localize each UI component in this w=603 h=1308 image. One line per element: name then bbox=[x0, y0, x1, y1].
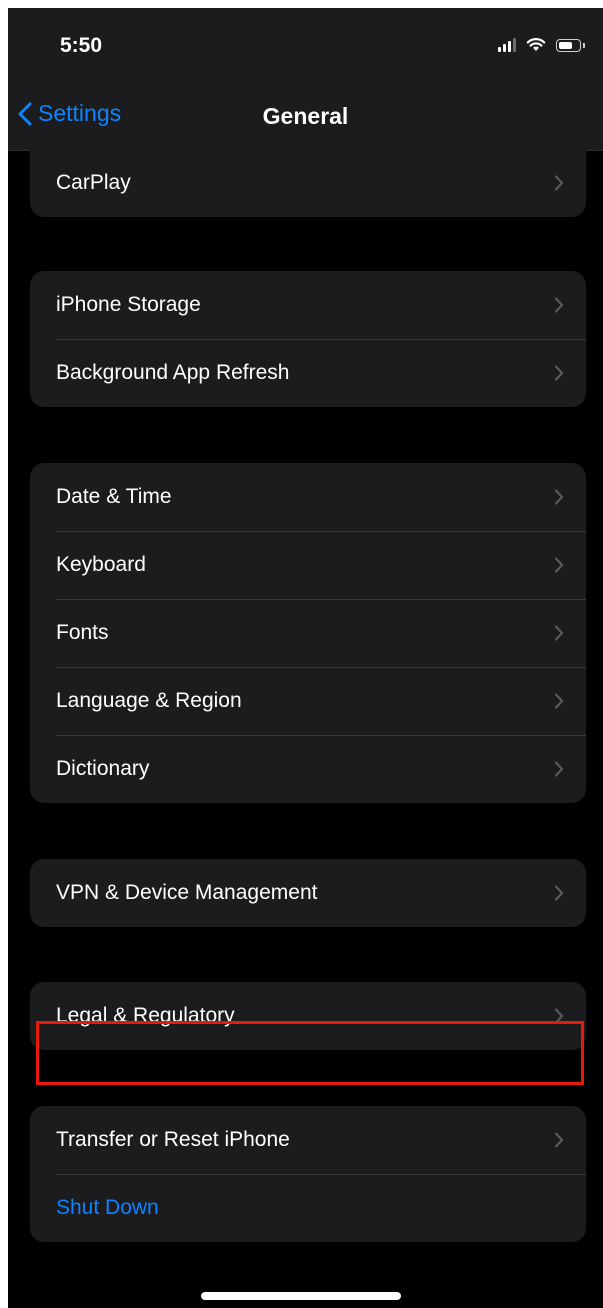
chevron-right-icon bbox=[554, 693, 564, 709]
row-label: Shut Down bbox=[56, 1196, 159, 1219]
chevron-right-icon bbox=[554, 175, 564, 191]
status-time: 5:50 bbox=[60, 34, 103, 57]
settings-group-reset: Transfer or Reset iPhone Shut Down bbox=[30, 1106, 586, 1242]
row-label: Fonts bbox=[56, 621, 109, 644]
row-label: CarPlay bbox=[56, 171, 131, 194]
settings-group-vpn: VPN & Device Management bbox=[30, 859, 586, 927]
cellular-signal-icon bbox=[498, 36, 516, 52]
row-label: Legal & Regulatory bbox=[56, 1004, 235, 1027]
chevron-right-icon bbox=[554, 297, 564, 313]
screen: 5:50 Settings General CarPlay iPhone Sto… bbox=[8, 8, 603, 1308]
chevron-right-icon bbox=[554, 1132, 564, 1148]
row-label: Keyboard bbox=[56, 553, 146, 576]
chevron-right-icon bbox=[554, 625, 564, 641]
row-iphone-storage[interactable]: iPhone Storage bbox=[30, 271, 586, 339]
row-legal-regulatory[interactable]: Legal & Regulatory bbox=[30, 982, 586, 1050]
row-background-app-refresh[interactable]: Background App Refresh bbox=[30, 339, 586, 407]
settings-group-carplay: CarPlay bbox=[30, 149, 586, 217]
chevron-right-icon bbox=[554, 885, 564, 901]
chevron-right-icon bbox=[554, 489, 564, 505]
shut-down-button[interactable]: Shut Down bbox=[30, 1174, 586, 1242]
row-keyboard[interactable]: Keyboard bbox=[30, 531, 586, 599]
navigation-bar: 5:50 Settings General bbox=[8, 8, 603, 151]
page-title: General bbox=[262, 103, 349, 129]
row-carplay[interactable]: CarPlay bbox=[30, 149, 586, 217]
chevron-right-icon bbox=[554, 557, 564, 573]
home-indicator[interactable] bbox=[201, 1292, 401, 1300]
settings-group-legal: Legal & Regulatory bbox=[30, 982, 586, 1050]
row-date-time[interactable]: Date & Time bbox=[30, 463, 586, 531]
row-label: Date & Time bbox=[56, 485, 172, 508]
row-dictionary[interactable]: Dictionary bbox=[30, 735, 586, 803]
chevron-right-icon bbox=[554, 761, 564, 777]
row-transfer-reset-iphone[interactable]: Transfer or Reset iPhone bbox=[30, 1106, 586, 1174]
row-label: Language & Region bbox=[56, 689, 242, 712]
settings-group-storage: iPhone Storage Background App Refresh bbox=[30, 271, 586, 407]
row-label: Background App Refresh bbox=[56, 361, 290, 384]
chevron-right-icon bbox=[554, 365, 564, 381]
battery-icon bbox=[556, 39, 585, 52]
row-vpn-device-management[interactable]: VPN & Device Management bbox=[30, 859, 586, 927]
row-language-region[interactable]: Language & Region bbox=[30, 667, 586, 735]
row-label: VPN & Device Management bbox=[56, 881, 318, 904]
row-label: Dictionary bbox=[56, 757, 150, 780]
status-icons bbox=[498, 36, 585, 52]
wifi-icon bbox=[526, 38, 546, 51]
row-label: Transfer or Reset iPhone bbox=[56, 1128, 290, 1151]
row-fonts[interactable]: Fonts bbox=[30, 599, 586, 667]
settings-group-locale: Date & Time Keyboard Fonts Language & Re… bbox=[30, 463, 586, 803]
row-label: iPhone Storage bbox=[56, 293, 201, 316]
chevron-right-icon bbox=[554, 1008, 564, 1024]
